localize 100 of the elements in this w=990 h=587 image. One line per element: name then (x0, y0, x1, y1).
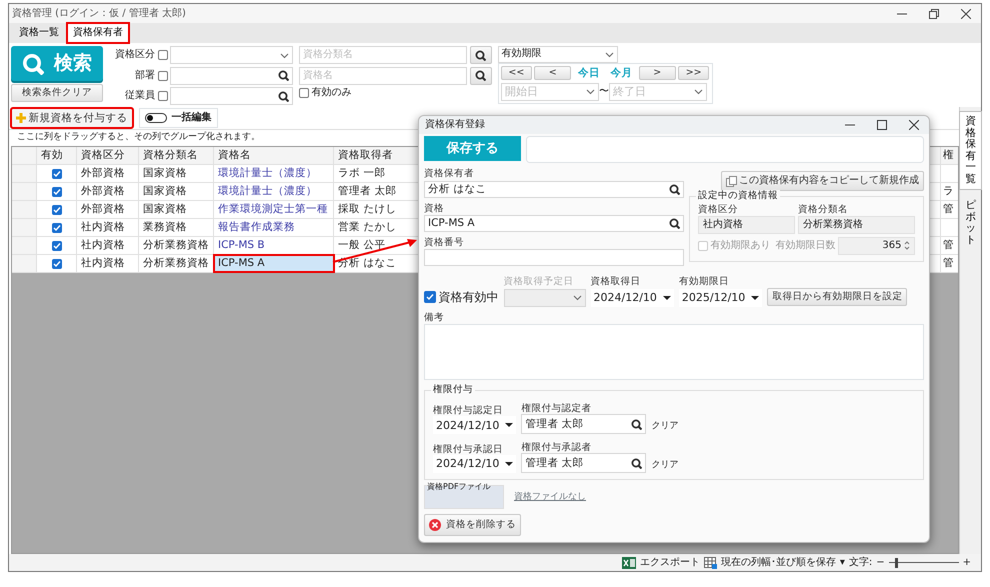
tab[interactable]: 資格保有者 (67, 23, 129, 43)
column-header[interactable]: 有効 (37, 147, 77, 164)
column-header[interactable]: 権 (941, 147, 958, 164)
search-icon (475, 70, 486, 81)
nav-button[interactable]: > (638, 66, 676, 80)
grid-icon[interactable] (704, 556, 717, 568)
table-cell: 業務資格 (139, 219, 214, 236)
lookup-field[interactable]: 管理者 太郎 (521, 453, 646, 473)
caret-icon (662, 294, 671, 301)
checkbox[interactable] (158, 91, 168, 101)
link-cell[interactable]: 環境計量士（濃度） (214, 183, 334, 200)
notes-field[interactable] (424, 324, 924, 380)
caret-icon (572, 294, 582, 302)
delete-icon (429, 519, 441, 531)
date-field[interactable]: 2024/12/10 (590, 288, 674, 307)
table-cell-text: 管 (942, 238, 955, 253)
side-tab[interactable]: ピボット (960, 196, 981, 250)
column-header[interactable]: 資格分類名 (139, 147, 214, 164)
side-tab[interactable]: 資格保有一覧 (959, 111, 982, 190)
group-legend: 権限付与 (431, 384, 475, 396)
copy-icon (726, 176, 736, 187)
lookup-field[interactable]: 管理者 太郎 (521, 414, 646, 434)
filter-field[interactable] (170, 87, 293, 105)
filter-field[interactable] (170, 66, 293, 84)
title-input[interactable] (526, 136, 924, 164)
checkbox[interactable] (52, 168, 62, 178)
checkbox[interactable] (158, 70, 168, 80)
save-layout-link[interactable]: 現在の列幅･並び順を保存 (720, 556, 836, 568)
checkbox[interactable] (424, 291, 436, 304)
clear-link[interactable]: クリア (651, 420, 678, 434)
tab[interactable]: 資格一覧 (13, 23, 65, 43)
checkbox[interactable] (52, 240, 62, 250)
checkbox[interactable] (52, 186, 62, 196)
filter-label: 従業員 (124, 90, 155, 102)
search-icon (631, 458, 642, 468)
table-cell: 国家資格 (139, 201, 214, 218)
field-label: 資格 (424, 202, 445, 214)
table-cell: 社内資格 (77, 219, 139, 236)
nav-button[interactable]: < (534, 66, 572, 80)
filter-label: 部署 (134, 70, 155, 82)
plus-icon (16, 113, 26, 123)
copy-button[interactable]: この資格保有内容をコピーして新規作成 (720, 171, 924, 192)
checkbox[interactable] (52, 204, 62, 214)
caret-icon (751, 294, 760, 301)
excel-icon[interactable] (622, 556, 636, 568)
export-link[interactable]: エクスポート (640, 556, 700, 568)
table-cell-text: 管 (942, 202, 955, 217)
search-icon (278, 90, 289, 102)
number-spinner[interactable]: 365 (838, 236, 915, 255)
zoom-in-button[interactable]: + (962, 556, 971, 568)
file-link[interactable]: 資格ファイルなし (514, 492, 586, 502)
close-icon[interactable] (909, 120, 919, 130)
field-label: 権限付与認定日 (433, 404, 504, 416)
link-cell[interactable]: 作業環境測定士第一種 (214, 201, 334, 218)
date-field[interactable]: 2024/12/10 (433, 416, 516, 434)
nav-button[interactable]: >> (678, 66, 709, 80)
clear-link[interactable]: クリア (651, 460, 678, 473)
font-size-label: 文字: (848, 556, 872, 568)
maximize-icon[interactable] (877, 120, 887, 130)
add-qualification-button[interactable]: 新規資格を付与する (11, 108, 132, 128)
link-cell[interactable]: 環境計量士（濃度） (214, 165, 334, 182)
field-label: 資格保有者 (424, 168, 475, 180)
period-select[interactable]: 有効期限 (498, 46, 618, 62)
text-field[interactable] (424, 249, 684, 266)
lookup-field[interactable]: ICP-MS A (424, 215, 684, 232)
toggle-switch[interactable] (144, 113, 166, 123)
search-button[interactable] (470, 66, 492, 84)
column-header[interactable]: 資格名 (214, 147, 334, 164)
table-cell-text: 管 (942, 256, 955, 271)
search-icon (631, 418, 642, 430)
checkbox[interactable] (52, 258, 62, 268)
date-field[interactable]: 2025/12/10 (678, 288, 762, 307)
field-label: 資格取得日 (590, 276, 642, 288)
filter-field[interactable] (170, 46, 293, 64)
window-title: 資格管理 (ログイン：仮 / 管理者 太郎) (12, 8, 186, 20)
checkbox[interactable] (158, 50, 168, 60)
set-expiry-button[interactable]: 取得日から有効期限日を設定 (767, 288, 908, 306)
link-cell[interactable]: 報告書作成業務 (214, 219, 334, 236)
field-label: 有効期限日数 (776, 240, 836, 252)
close-icon[interactable] (961, 8, 971, 18)
search-icon (278, 70, 289, 81)
lookup-field[interactable]: 分析 はなこ (424, 180, 684, 198)
column-header[interactable]: 資格区分 (77, 147, 139, 164)
link-cell[interactable]: ICP-MS A (214, 255, 334, 272)
clear-button[interactable]: 検索条件クリア (11, 84, 103, 102)
slider-thumb[interactable] (895, 558, 898, 568)
menu-caret[interactable]: ▾ (840, 556, 845, 568)
nav-button[interactable]: << (501, 66, 532, 80)
checkbox[interactable] (299, 88, 309, 98)
date-field[interactable]: 2024/12/10 (433, 455, 516, 473)
field-label: 権限付与認定者 (521, 402, 592, 414)
restore-icon[interactable] (929, 8, 939, 18)
checkbox[interactable] (52, 222, 62, 232)
table-cell: 社内資格 (77, 255, 139, 272)
pdf-drop-area[interactable]: 資格PDFファイル (424, 485, 504, 509)
zoom-out-button[interactable]: − (876, 556, 885, 568)
delete-button[interactable]: 資格を削除する (424, 514, 521, 536)
checkbox-label: 資格有効中 (438, 290, 498, 304)
caret-icon (586, 88, 595, 95)
search-button[interactable] (470, 46, 492, 64)
